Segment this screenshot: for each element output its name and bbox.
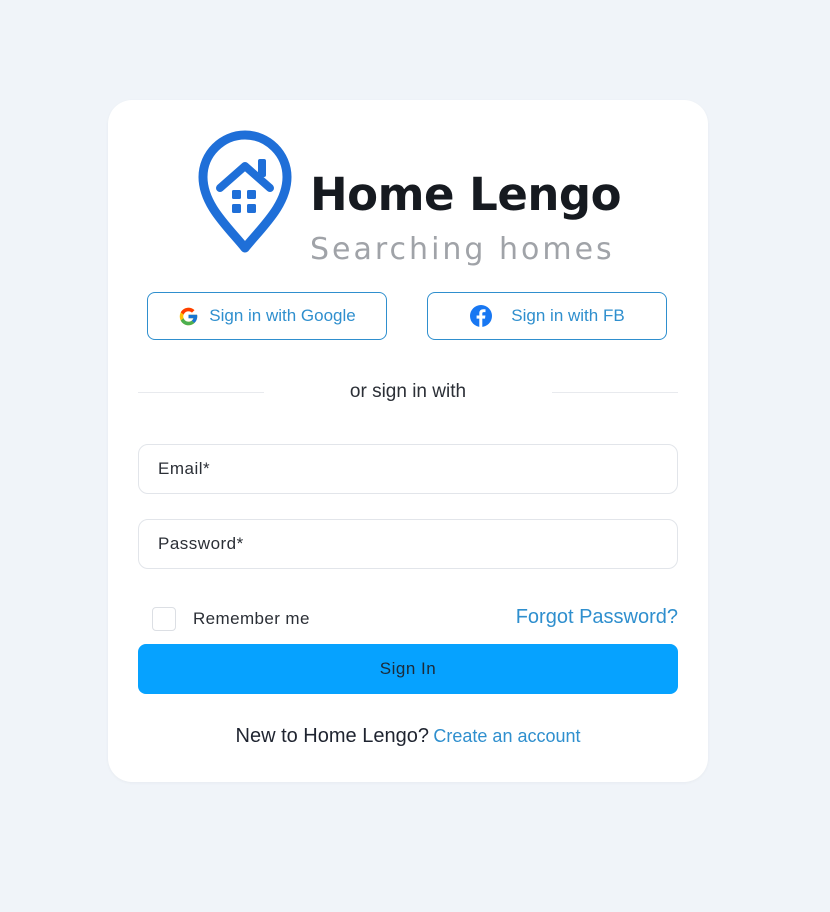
brand-tagline: Searching homes bbox=[310, 232, 615, 267]
google-signin-button[interactable]: Sign in with Google bbox=[147, 292, 387, 340]
brand-name: Home Lengo bbox=[310, 168, 622, 221]
brand-logo: Home Lengo Searching homes bbox=[198, 130, 622, 265]
google-signin-label: Sign in with Google bbox=[209, 306, 356, 325]
email-field[interactable] bbox=[138, 444, 678, 494]
password-field[interactable] bbox=[138, 519, 678, 569]
facebook-signin-label: Sign in with FB bbox=[511, 306, 625, 325]
sign-in-button[interactable]: Sign In bbox=[138, 644, 678, 694]
signup-prompt-text: New to Home Lengo? bbox=[235, 725, 429, 747]
house-location-pin-icon bbox=[198, 130, 292, 253]
remember-me-checkbox[interactable] bbox=[152, 607, 176, 631]
create-account-link[interactable]: Create an account bbox=[433, 726, 580, 746]
forgot-password-link[interactable]: Forgot Password? bbox=[516, 606, 678, 629]
divider-line-right bbox=[552, 392, 678, 393]
remember-me: Remember me bbox=[152, 607, 310, 631]
facebook-signin-button[interactable]: Sign in with FB bbox=[427, 292, 667, 340]
google-icon bbox=[178, 306, 199, 327]
remember-me-label: Remember me bbox=[193, 609, 310, 628]
login-card: Home Lengo Searching homes Sign in with … bbox=[108, 100, 708, 782]
facebook-icon bbox=[469, 304, 493, 328]
signup-prompt: New to Home Lengo? Create an account bbox=[108, 725, 708, 748]
